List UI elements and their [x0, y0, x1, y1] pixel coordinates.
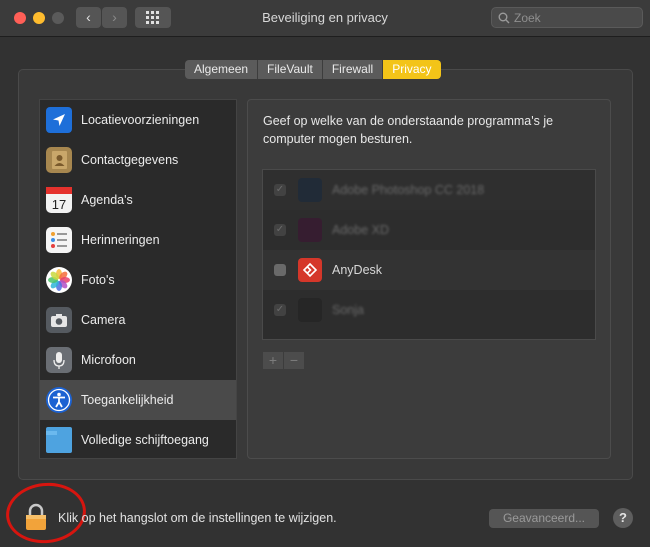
window-title: Beveiliging en privacy [262, 10, 388, 25]
back-button[interactable]: ‹ [76, 7, 101, 28]
accessibility-icon [46, 387, 72, 413]
folder-icon [46, 427, 72, 453]
app-list: ✓ Adobe Photoshop CC 2018 ✓ Adobe XD Any… [262, 169, 596, 340]
category-label: Microfoon [81, 353, 136, 367]
camera-icon [46, 307, 72, 333]
tab-privacy[interactable]: Privacy [383, 60, 441, 79]
contacts-book-icon [46, 147, 72, 173]
photos-flower-icon [46, 267, 72, 293]
add-remove-controls: + − [263, 352, 305, 369]
forward-button[interactable]: › [102, 7, 127, 28]
app-checkbox[interactable] [274, 264, 286, 276]
category-agendas[interactable]: 17 Agenda's [40, 180, 236, 220]
app-checkbox[interactable]: ✓ [274, 224, 286, 236]
category-volledige-schijftoegang[interactable]: Volledige schijftoegang [40, 420, 236, 458]
app-checkbox[interactable]: ✓ [274, 304, 286, 316]
category-label: Volledige schijftoegang [81, 433, 209, 447]
padlock-icon[interactable] [25, 503, 47, 536]
category-toegankelijkheid[interactable]: Toegankelijkheid [40, 380, 236, 420]
close-button[interactable] [14, 12, 26, 24]
category-label: Foto's [81, 273, 115, 287]
category-label: Toegankelijkheid [81, 393, 174, 407]
category-label: Contactgegevens [81, 153, 179, 167]
app-row[interactable]: ✓ Sonja [263, 290, 595, 330]
grid-icon [146, 11, 159, 24]
search-icon [498, 12, 510, 24]
location-arrow-icon [46, 107, 72, 133]
category-label: Herinneringen [81, 233, 160, 247]
microphone-icon [46, 347, 72, 373]
tab-algemeen[interactable]: Algemeen [185, 60, 259, 79]
title-bar: ‹ › Beveiliging en privacy Zoek [0, 0, 650, 37]
app-icon [298, 298, 322, 322]
zoom-button[interactable] [52, 12, 64, 24]
app-checkbox[interactable]: ✓ [274, 184, 286, 196]
minimize-button[interactable] [33, 12, 45, 24]
photoshop-icon [298, 178, 322, 202]
category-label: Agenda's [81, 193, 133, 207]
add-app-button[interactable]: + [263, 352, 283, 369]
app-name: AnyDesk [332, 263, 383, 277]
category-label: Locatievoorzieningen [81, 113, 200, 127]
category-locatievoorzieningen[interactable]: Locatievoorzieningen [40, 100, 236, 140]
app-name: Sonja [332, 303, 364, 317]
adobe-xd-icon [298, 218, 322, 242]
tab-filevault[interactable]: FileVault [258, 60, 323, 79]
category-microfoon[interactable]: Microfoon [40, 340, 236, 380]
app-name: Adobe Photoshop CC 2018 [332, 183, 485, 197]
category-label: Camera [81, 313, 126, 327]
remove-app-button[interactable]: − [284, 352, 304, 369]
category-herinneringen[interactable]: Herinneringen [40, 220, 236, 260]
lock-instruction: Klik op het hangslot om de instellingen … [58, 511, 337, 525]
category-camera[interactable]: Camera [40, 300, 236, 340]
search-placeholder: Zoek [514, 11, 541, 25]
calendar-icon: 17 [46, 187, 72, 213]
anydesk-icon [298, 258, 322, 282]
app-row[interactable]: ✓ Adobe XD [263, 210, 595, 250]
app-row[interactable]: ✓ Adobe Photoshop CC 2018 [263, 170, 595, 210]
reminders-list-icon [46, 227, 72, 253]
category-contactgegevens[interactable]: Contactgegevens [40, 140, 236, 180]
app-row[interactable]: AnyDesk [263, 250, 595, 290]
show-all-button[interactable] [135, 7, 171, 28]
tab-firewall[interactable]: Firewall [322, 60, 384, 79]
category-fotos[interactable]: Foto's [40, 260, 236, 300]
app-name: Adobe XD [332, 223, 389, 237]
svg-text:17: 17 [52, 197, 66, 212]
help-button[interactable]: ? [613, 508, 633, 528]
privacy-category-list: Locatievoorzieningen Contactgegevens 17 … [39, 99, 237, 459]
advanced-button[interactable]: Geavanceerd... [489, 509, 599, 528]
pane-description: Geef op welke van de onderstaande progra… [263, 114, 554, 146]
tab-bar: Algemeen FileVault Firewall Privacy [185, 60, 441, 79]
search-field[interactable]: Zoek [491, 7, 643, 28]
